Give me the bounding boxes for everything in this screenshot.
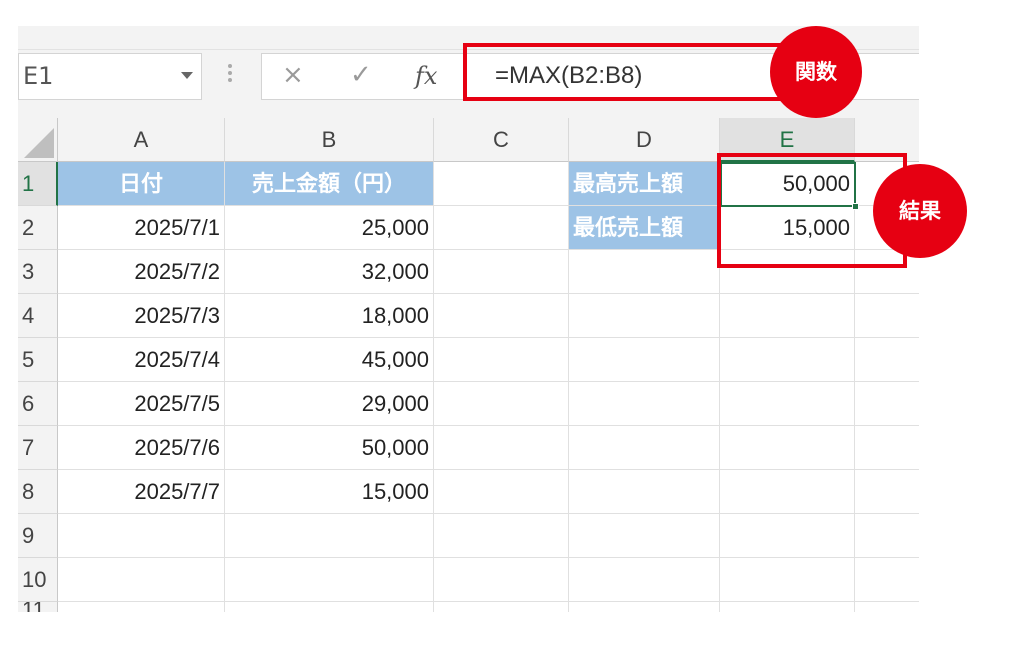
cell-c8[interactable] (434, 470, 569, 514)
cell-c1[interactable] (434, 162, 569, 206)
cell-a2[interactable]: 2025/7/1 (58, 206, 225, 250)
column-header-c[interactable]: C (434, 118, 569, 162)
row-header-5[interactable]: 5 (18, 338, 58, 382)
cell-c4[interactable] (434, 294, 569, 338)
cell-d7[interactable] (569, 426, 720, 470)
row-header-10[interactable]: 10 (18, 558, 58, 602)
cell-e8[interactable] (720, 470, 855, 514)
cell-a8[interactable]: 2025/7/7 (58, 470, 225, 514)
row-header-6[interactable]: 6 (18, 382, 58, 426)
cell-b3[interactable]: 32,000 (225, 250, 434, 294)
column-header-a[interactable]: A (58, 118, 225, 162)
cell-d5[interactable] (569, 338, 720, 382)
cell-e9[interactable] (720, 514, 855, 558)
cell-b9[interactable] (225, 514, 434, 558)
chevron-down-icon[interactable] (181, 72, 193, 79)
cell-c5[interactable] (434, 338, 569, 382)
cell-a4[interactable]: 2025/7/3 (58, 294, 225, 338)
name-box-value: E1 (23, 62, 54, 90)
cell-d11[interactable] (569, 602, 720, 612)
cell-a3[interactable]: 2025/7/2 (58, 250, 225, 294)
cell-b1[interactable]: 売上金額（円） (225, 162, 434, 206)
row-header-2[interactable]: 2 (18, 206, 58, 250)
cell-b2[interactable]: 25,000 (225, 206, 434, 250)
cell-d6[interactable] (569, 382, 720, 426)
cell-e7[interactable] (720, 426, 855, 470)
cell-b8[interactable]: 15,000 (225, 470, 434, 514)
select-all-corner[interactable] (18, 118, 58, 162)
cell-f10[interactable] (855, 558, 919, 602)
cell-e11[interactable] (720, 602, 855, 612)
row-header-11[interactable]: 11 (18, 602, 58, 612)
select-all-icon (24, 128, 54, 158)
cell-c7[interactable] (434, 426, 569, 470)
cell-c9[interactable] (434, 514, 569, 558)
cell-f4[interactable] (855, 294, 919, 338)
cell-d9[interactable] (569, 514, 720, 558)
formula-highlight-box (463, 43, 783, 101)
cell-d4[interactable] (569, 294, 720, 338)
cell-a9[interactable] (58, 514, 225, 558)
cancel-icon[interactable]: × (282, 60, 304, 90)
cell-e4[interactable] (720, 294, 855, 338)
cell-a10[interactable] (58, 558, 225, 602)
cell-c6[interactable] (434, 382, 569, 426)
cell-d3[interactable] (569, 250, 720, 294)
cell-c2[interactable] (434, 206, 569, 250)
cell-d1[interactable]: 最高売上額 (569, 162, 720, 206)
cell-d2[interactable]: 最低売上額 (569, 206, 720, 250)
result-badge: 結果 (873, 164, 967, 258)
drag-handle-icon[interactable] (228, 62, 234, 84)
cell-b4[interactable]: 18,000 (225, 294, 434, 338)
row-header-3[interactable]: 3 (18, 250, 58, 294)
cell-a7[interactable]: 2025/7/6 (58, 426, 225, 470)
cell-e5[interactable] (720, 338, 855, 382)
enter-check-icon[interactable]: ✓ (350, 60, 372, 90)
cell-d8[interactable] (569, 470, 720, 514)
cell-f11[interactable] (855, 602, 919, 612)
row-header-4[interactable]: 4 (18, 294, 58, 338)
cell-d10[interactable] (569, 558, 720, 602)
cell-f7[interactable] (855, 426, 919, 470)
column-header-b[interactable]: B (225, 118, 434, 162)
cell-b7[interactable]: 50,000 (225, 426, 434, 470)
column-header-d[interactable]: D (569, 118, 720, 162)
cell-b5[interactable]: 45,000 (225, 338, 434, 382)
cell-e6[interactable] (720, 382, 855, 426)
cell-f5[interactable] (855, 338, 919, 382)
cell-f6[interactable] (855, 382, 919, 426)
cell-a1[interactable]: 日付 (58, 162, 225, 206)
name-box[interactable]: E1 (18, 53, 202, 100)
cell-e10[interactable] (720, 558, 855, 602)
function-badge: 関数 (770, 26, 862, 118)
cell-c11[interactable] (434, 602, 569, 612)
cell-c3[interactable] (434, 250, 569, 294)
cell-f9[interactable] (855, 514, 919, 558)
row-header-9[interactable]: 9 (18, 514, 58, 558)
row-header-1[interactable]: 1 (18, 162, 58, 206)
cell-b10[interactable] (225, 558, 434, 602)
cell-a5[interactable]: 2025/7/4 (58, 338, 225, 382)
insert-function-icon[interactable]: fx (415, 62, 437, 90)
cell-c10[interactable] (434, 558, 569, 602)
row-header-8[interactable]: 8 (18, 470, 58, 514)
cell-b6[interactable]: 29,000 (225, 382, 434, 426)
cell-b11[interactable] (225, 602, 434, 612)
cell-a6[interactable]: 2025/7/5 (58, 382, 225, 426)
formula-buttons: × ✓ fx (261, 53, 467, 100)
cell-a11[interactable] (58, 602, 225, 612)
row-header-7[interactable]: 7 (18, 426, 58, 470)
cell-f8[interactable] (855, 470, 919, 514)
